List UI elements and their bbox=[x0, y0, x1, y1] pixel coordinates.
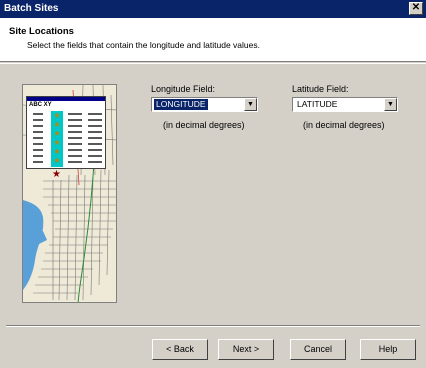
longitude-field-select[interactable]: LONGITUDE ▼ bbox=[151, 97, 258, 112]
chevron-down-icon[interactable]: ▼ bbox=[244, 98, 257, 111]
star-markers: ★ ★ ★ ★ ★ ★ bbox=[53, 111, 61, 165]
table-header: ABC XY bbox=[29, 102, 52, 108]
window-title: Batch Sites bbox=[4, 3, 59, 14]
title-bar: Batch Sites ✕ bbox=[0, 0, 426, 18]
footer-separator bbox=[6, 325, 420, 327]
page-title: Site Locations bbox=[9, 26, 74, 37]
page-subtitle: Select the fields that contain the longi… bbox=[27, 40, 260, 50]
chevron-down-icon[interactable]: ▼ bbox=[384, 98, 397, 111]
latitude-label: Latitude Field: bbox=[292, 84, 349, 94]
site-star-icon: ★ bbox=[52, 169, 61, 180]
wizard-header: Site Locations Select the fields that co… bbox=[0, 18, 426, 62]
latitude-selected-value: LATITUDE bbox=[297, 99, 338, 109]
table-rows bbox=[33, 113, 102, 163]
header-divider bbox=[0, 63, 426, 64]
latitude-hint: (in decimal degrees) bbox=[303, 120, 385, 130]
attribute-table-overlay: ABC XY ★ ★ ★ ★ ★ ★ bbox=[26, 96, 106, 169]
back-button[interactable]: < Back bbox=[152, 339, 208, 360]
help-button[interactable]: Help bbox=[360, 339, 416, 360]
longitude-label: Longitude Field: bbox=[151, 84, 216, 94]
longitude-hint: (in decimal degrees) bbox=[163, 120, 245, 130]
next-button[interactable]: Next > bbox=[218, 339, 274, 360]
table-titlebar bbox=[27, 97, 105, 101]
close-button[interactable]: ✕ bbox=[409, 2, 423, 15]
latitude-field-select[interactable]: LATITUDE ▼ bbox=[292, 97, 398, 112]
longitude-selected-value: LONGITUDE bbox=[154, 99, 208, 110]
cancel-button[interactable]: Cancel bbox=[290, 339, 346, 360]
